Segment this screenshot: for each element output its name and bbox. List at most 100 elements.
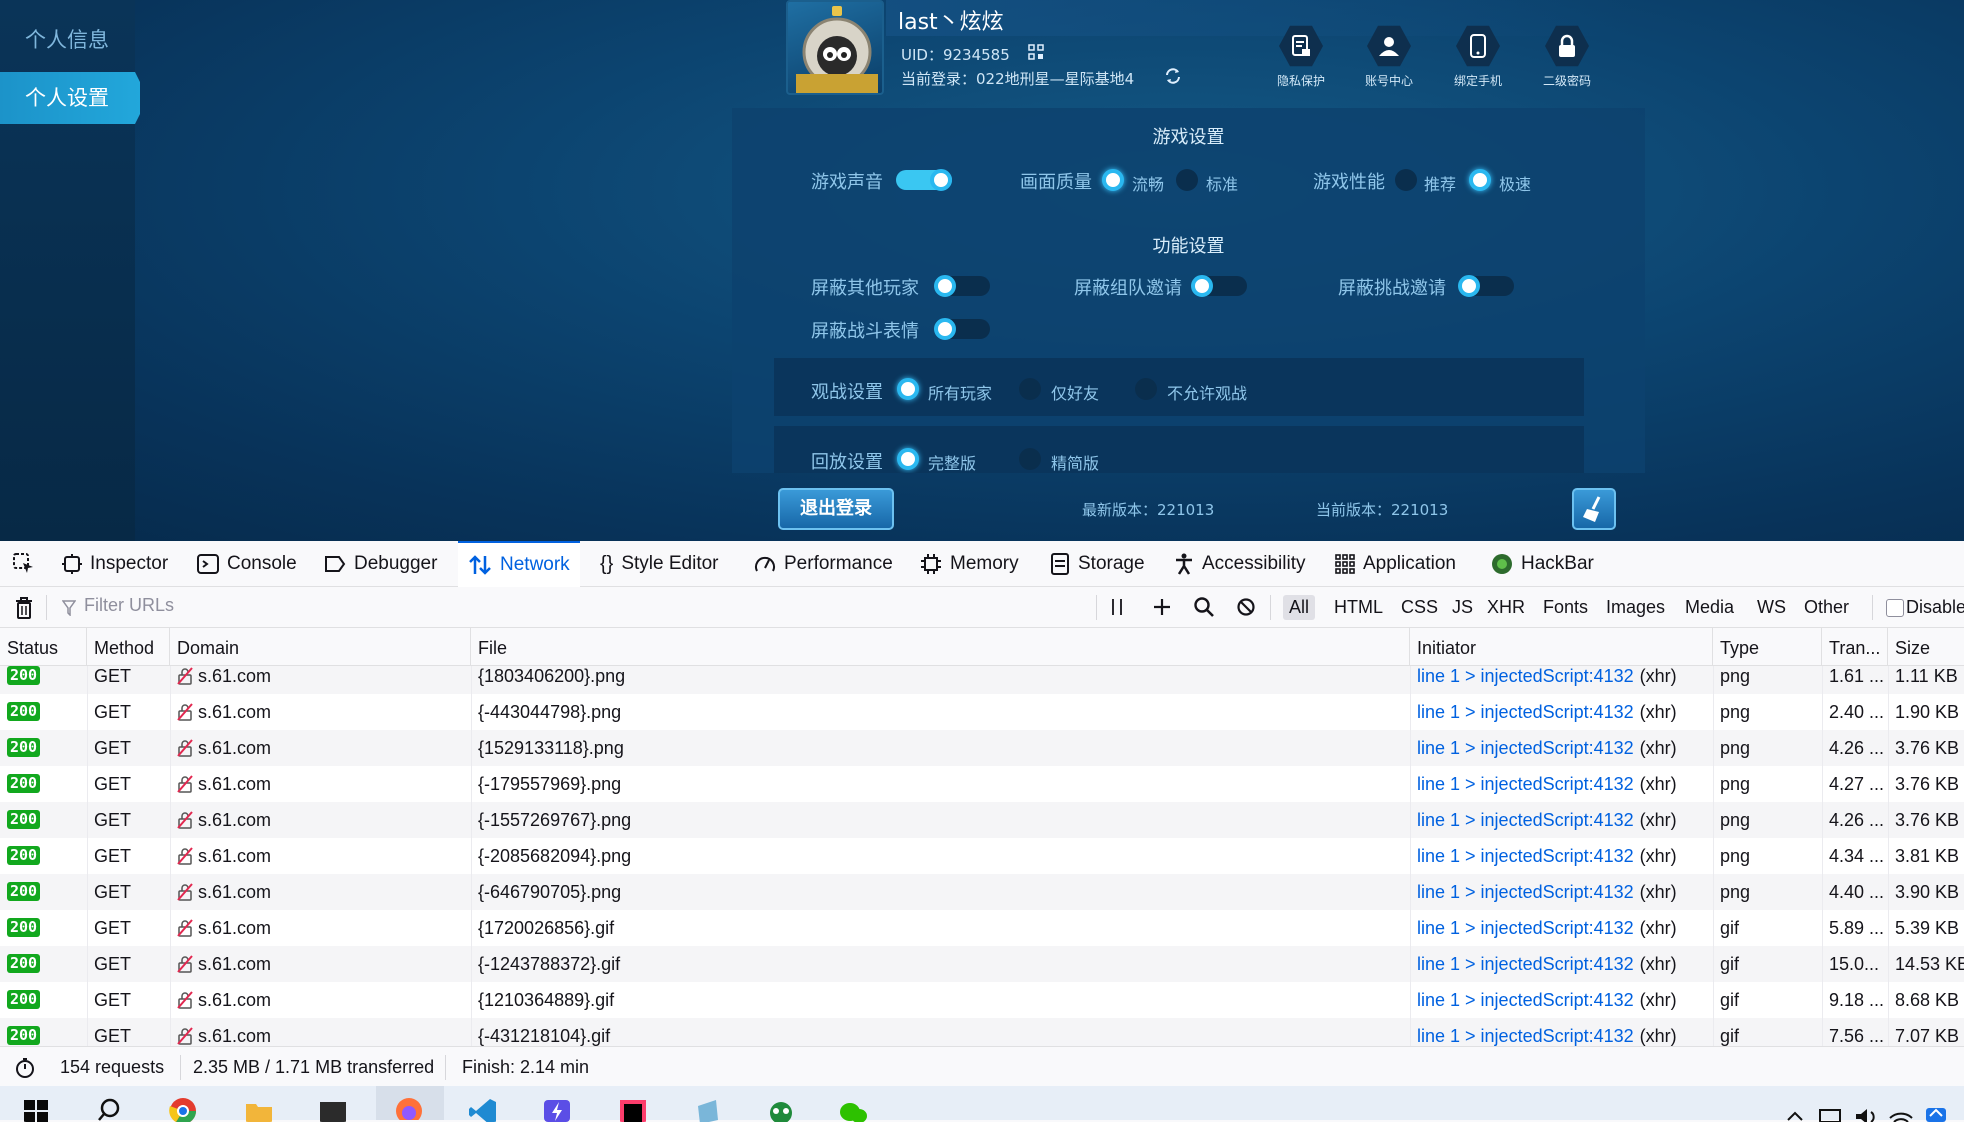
avatar[interactable] [786, 0, 884, 95]
initiator-link[interactable]: line 1 > injectedScript:4132 [1417, 810, 1634, 830]
column-type[interactable]: Type [1713, 628, 1822, 666]
sound-toggle[interactable] [896, 169, 952, 191]
type-filter-other[interactable]: Other [1798, 595, 1855, 620]
column-file[interactable]: File [471, 628, 1410, 666]
initiator-link[interactable]: line 1 > injectedScript:4132 [1417, 882, 1634, 902]
element-picker-button[interactable] [12, 541, 44, 587]
bind-phone-button[interactable]: 绑定手机 [1443, 24, 1513, 89]
tab-inspector[interactable]: Inspector [62, 541, 168, 587]
account-center-button[interactable]: 账号中心 [1354, 24, 1424, 89]
block-team-toggle[interactable] [1191, 275, 1247, 297]
perf-fast-radio[interactable] [1469, 169, 1491, 191]
wechat-icon[interactable] [838, 1096, 868, 1122]
qr-code-icon[interactable] [1028, 44, 1044, 60]
table-row[interactable]: 200 GET s.61.com {-443044798}.png line 1 > i… [0, 694, 1964, 730]
sidebar-item-personal-settings[interactable]: 个人设置 [0, 72, 140, 124]
block-emote-toggle[interactable] [934, 318, 990, 340]
tab-performance[interactable]: Performance [754, 541, 893, 587]
logout-button[interactable]: 退出登录 [778, 488, 894, 530]
disable-cache-checkbox[interactable] [1886, 599, 1904, 617]
tab-debugger[interactable]: Debugger [324, 541, 437, 587]
tab-style-editor[interactable]: {} Style Editor [600, 541, 719, 587]
type-filter-ws[interactable]: WS [1751, 595, 1792, 620]
terminal-icon[interactable] [318, 1096, 348, 1122]
firefox-taskbar-slot[interactable] [376, 1086, 444, 1120]
folder-icon[interactable] [244, 1096, 274, 1122]
table-row[interactable]: 200 GET s.61.com {-179557969}.png line 1 > i… [0, 766, 1964, 802]
column-method[interactable]: Method [87, 628, 170, 666]
wifi-icon[interactable] [1886, 1096, 1916, 1122]
type-filter-fonts[interactable]: Fonts [1537, 595, 1594, 620]
quality-smooth-radio[interactable] [1102, 169, 1124, 191]
tab-network[interactable]: Network [458, 541, 580, 587]
chrome-icon[interactable] [168, 1096, 198, 1122]
perf-recommend-radio[interactable] [1395, 169, 1417, 191]
initiator-link[interactable]: line 1 > injectedScript:4132 [1417, 918, 1634, 938]
initiator-link[interactable]: line 1 > injectedScript:4132 [1417, 774, 1634, 794]
initiator-link[interactable]: line 1 > injectedScript:4132 [1417, 738, 1634, 758]
initiator-link[interactable]: line 1 > injectedScript:4132 [1417, 702, 1634, 722]
volume-icon[interactable] [1852, 1096, 1882, 1122]
app-tray-icon[interactable] [1922, 1096, 1952, 1122]
tab-console[interactable]: Console [197, 541, 297, 587]
column-initiator[interactable]: Initiator [1410, 628, 1713, 666]
clean-cache-button[interactable] [1572, 488, 1616, 530]
quality-standard-radio[interactable] [1176, 169, 1198, 191]
column-size[interactable]: Size [1888, 628, 1964, 666]
watch-none-radio[interactable] [1135, 378, 1157, 400]
notebook-icon[interactable] [692, 1096, 722, 1122]
column-transferred[interactable]: Tran... [1822, 628, 1888, 666]
search-icon[interactable] [1193, 596, 1215, 618]
type-filter-xhr[interactable]: XHR [1481, 595, 1531, 620]
tab-hackbar[interactable]: HackBar [1491, 541, 1594, 587]
tray-chevron-up-icon[interactable] [1780, 1096, 1810, 1122]
battery-icon[interactable] [1816, 1096, 1846, 1122]
pause-icon[interactable] [1110, 597, 1124, 617]
replay-lite-radio[interactable] [1019, 448, 1041, 470]
table-row[interactable]: 200 GET s.61.com {-646790705}.png line 1 > i… [0, 874, 1964, 910]
lightning-app-icon[interactable] [542, 1096, 572, 1122]
privacy-protection-button[interactable]: 隐私保护 [1266, 24, 1336, 89]
table-row[interactable]: 200 GET s.61.com {-1557269767}.png line 1 > … [0, 802, 1964, 838]
table-row[interactable]: 200 GET s.61.com {1529133118}.png line 1 > i… [0, 730, 1964, 766]
type-filter-css[interactable]: CSS [1395, 595, 1444, 620]
column-domain[interactable]: Domain [170, 628, 471, 666]
initiator-link[interactable]: line 1 > injectedScript:4132 [1417, 1026, 1634, 1046]
windows-start-icon[interactable] [22, 1096, 52, 1122]
initiator-link[interactable]: line 1 > injectedScript:4132 [1417, 990, 1634, 1010]
switch-server-icon[interactable] [1164, 67, 1182, 85]
column-status[interactable]: Status [0, 628, 87, 666]
table-row[interactable]: 200 GET s.61.com {-1243788372}.gif line 1 > … [0, 946, 1964, 982]
tab-memory[interactable]: Memory [920, 541, 1019, 587]
initiator-link[interactable]: line 1 > injectedScript:4132 [1417, 666, 1634, 686]
sidebar-item-personal-info[interactable]: 个人信息 [0, 14, 135, 66]
trash-icon[interactable] [14, 596, 34, 620]
vscode-icon[interactable] [468, 1096, 498, 1122]
tab-application[interactable]: Application [1335, 541, 1456, 587]
watch-friends-radio[interactable] [1019, 378, 1041, 400]
block-icon[interactable] [1236, 597, 1256, 617]
type-filter-media[interactable]: Media [1679, 595, 1740, 620]
table-row[interactable]: 200 GET s.61.com {1210364889}.gif line 1 > i… [0, 982, 1964, 1018]
block-challenge-toggle[interactable] [1458, 275, 1514, 297]
table-row[interactable]: 200 GET s.61.com {-2085682094}.png line 1 > … [0, 838, 1964, 874]
plus-icon[interactable] [1152, 597, 1172, 617]
initiator-link[interactable]: line 1 > injectedScript:4132 [1417, 954, 1634, 974]
intellij-icon[interactable] [618, 1096, 648, 1122]
type-filter-html[interactable]: HTML [1328, 595, 1389, 620]
secondary-password-button[interactable]: 二级密码 [1532, 24, 1602, 89]
tab-storage[interactable]: Storage [1050, 541, 1145, 587]
filter-urls-input[interactable]: Filter URLs [84, 595, 1084, 616]
search-taskbar-icon[interactable] [96, 1096, 126, 1122]
watch-all-radio[interactable] [897, 378, 919, 400]
type-filter-all[interactable]: All [1283, 595, 1316, 620]
panda-icon[interactable] [766, 1096, 796, 1122]
tab-accessibility[interactable]: Accessibility [1174, 541, 1305, 587]
replay-full-radio[interactable] [897, 448, 919, 470]
type-filter-js[interactable]: JS [1446, 595, 1479, 620]
block-players-toggle[interactable] [934, 275, 990, 297]
initiator-link[interactable]: line 1 > injectedScript:4132 [1417, 846, 1634, 866]
type-filter-images[interactable]: Images [1600, 595, 1671, 620]
table-row[interactable]: 200 GET s.61.com {1720026856}.gif line 1 > i… [0, 910, 1964, 946]
table-row[interactable]: 200 GET s.61.com {-431218104}.gif line 1 > i… [0, 1018, 1964, 1046]
